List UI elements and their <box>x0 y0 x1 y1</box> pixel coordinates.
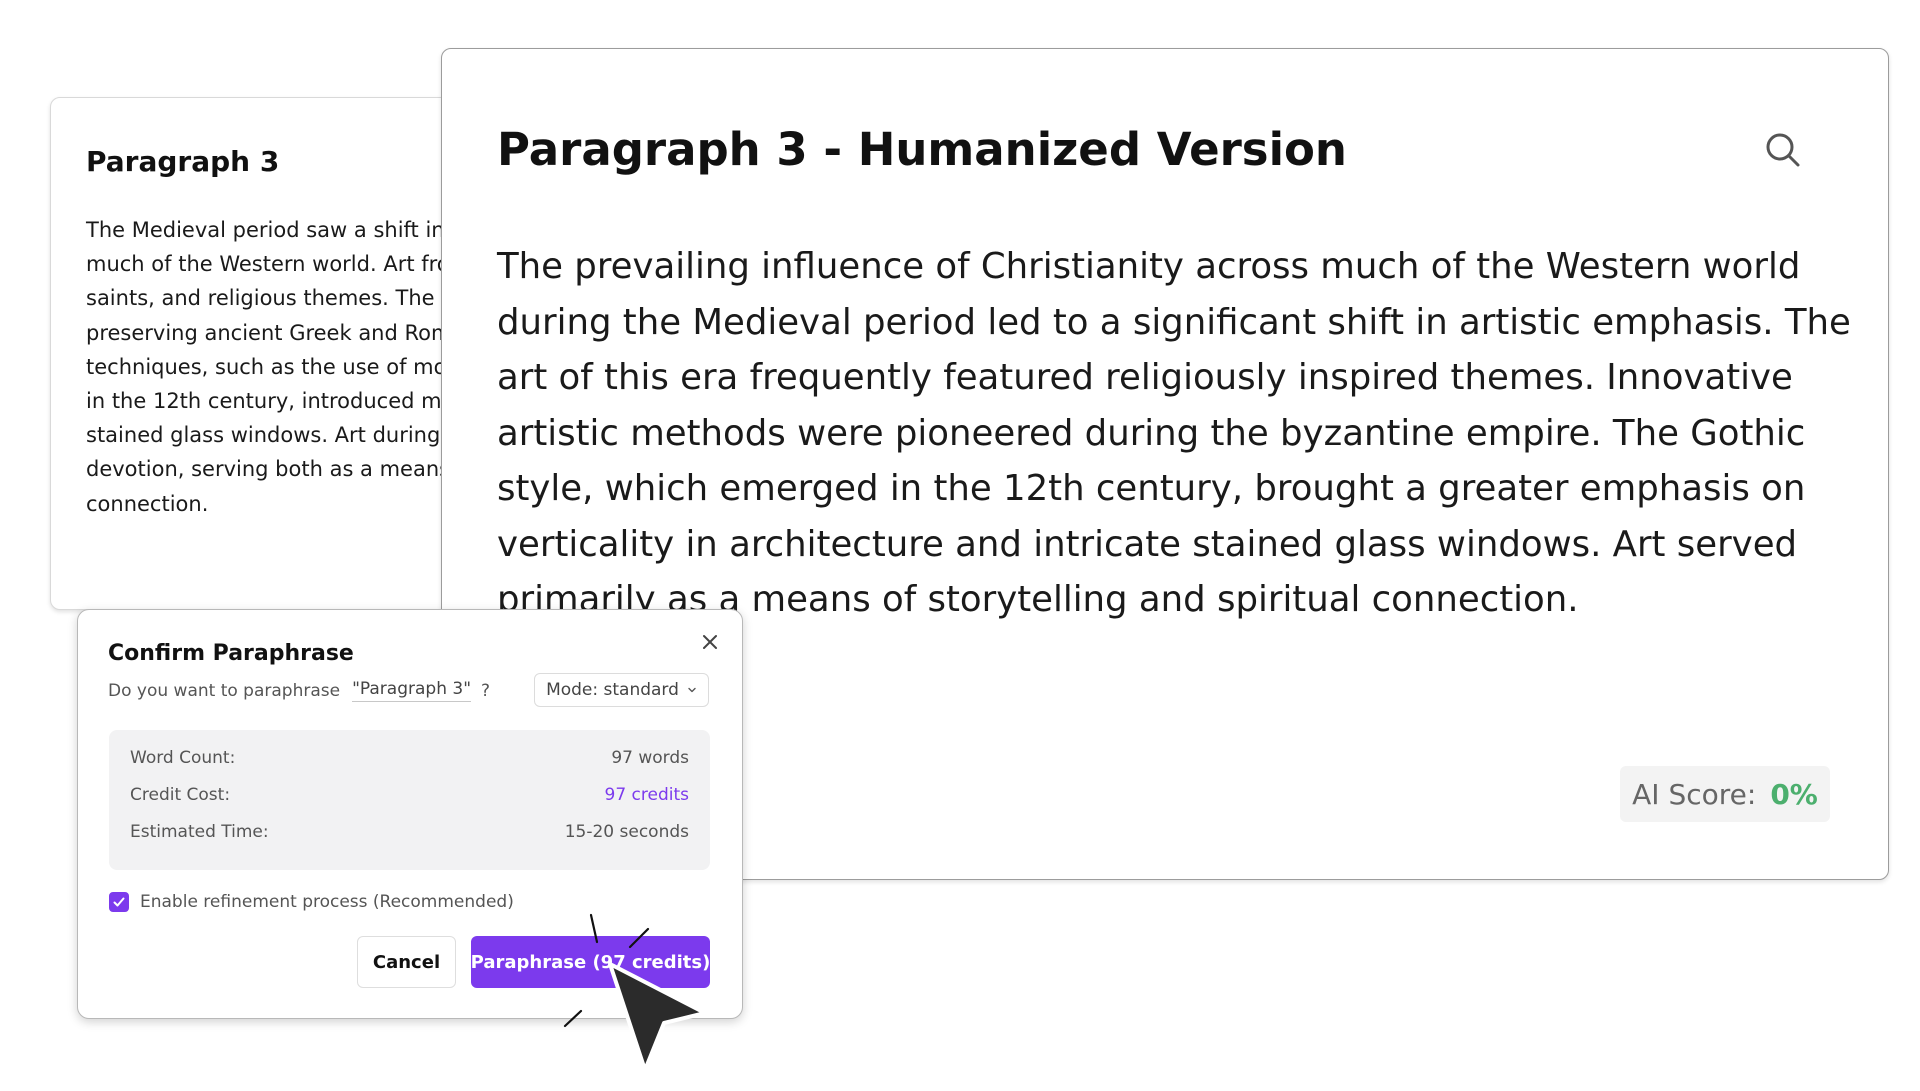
humanized-line: during the Medieval period led to a sign… <box>497 301 1851 343</box>
mode-select-label: Mode: standard <box>546 680 679 700</box>
stat-label: Word Count: <box>130 748 236 768</box>
check-icon <box>113 897 125 907</box>
ai-score-badge: AI Score: 0% <box>1620 766 1830 822</box>
close-icon[interactable] <box>700 632 720 652</box>
humanized-line: verticality in architecture and intricat… <box>497 523 1798 565</box>
humanized-line: style, which emerged in the 12th century… <box>497 468 1806 509</box>
refinement-label: Enable refinement process (Recommended) <box>140 892 514 912</box>
humanized-card-title: Paragraph 3 - Humanized Version <box>497 123 1347 176</box>
refinement-checkbox[interactable] <box>109 892 129 912</box>
stat-value: 15-20 seconds <box>564 822 689 842</box>
dialog-title: Confirm Paraphrase <box>108 641 354 666</box>
original-card-title: Paragraph 3 <box>86 145 280 178</box>
confirm-paraphrase-dialog: Confirm Paraphrase Do you want to paraph… <box>77 609 743 1019</box>
stage: Paragraph 3 The Medieval period saw a sh… <box>0 0 1920 1091</box>
search-icon[interactable] <box>1764 131 1802 169</box>
humanized-line: artistic methods were pioneered during t… <box>497 412 1806 454</box>
refinement-option[interactable]: Enable refinement process (Recommended) <box>109 892 514 912</box>
paraphrase-question: Do you want to paraphrase "Paragraph 3" … <box>108 679 490 702</box>
cancel-button[interactable]: Cancel <box>357 936 456 988</box>
question-target: "Paragraph 3" <box>352 679 472 702</box>
humanized-paragraph-text: The prevailing influence of Christianity… <box>497 239 1851 628</box>
stat-label: Credit Cost: <box>130 785 231 805</box>
ai-score-label: AI Score: <box>1632 777 1757 811</box>
stat-label: Estimated Time: <box>130 822 269 842</box>
stat-row-word-count: Word Count: 97 words <box>130 748 689 768</box>
stat-value: 97 credits <box>604 785 690 805</box>
stats-panel: Word Count: 97 words Credit Cost: 97 cre… <box>109 730 710 870</box>
question-suffix: ? <box>481 680 491 701</box>
stat-value: 97 words <box>611 748 689 768</box>
humanized-line: art of this era frequently featured reli… <box>497 357 1793 398</box>
mode-select[interactable]: Mode: standard <box>534 673 709 707</box>
chevron-down-icon <box>688 687 696 693</box>
ai-score-value: 0% <box>1770 777 1818 811</box>
humanized-line: The prevailing influence of Christianity… <box>497 246 1801 287</box>
paraphrase-button[interactable]: Paraphrase (97 credits) <box>471 936 710 988</box>
stat-row-estimated-time: Estimated Time: 15-20 seconds <box>130 822 689 842</box>
question-prefix: Do you want to paraphrase <box>108 680 341 701</box>
stat-row-credit-cost: Credit Cost: 97 credits <box>130 785 689 805</box>
